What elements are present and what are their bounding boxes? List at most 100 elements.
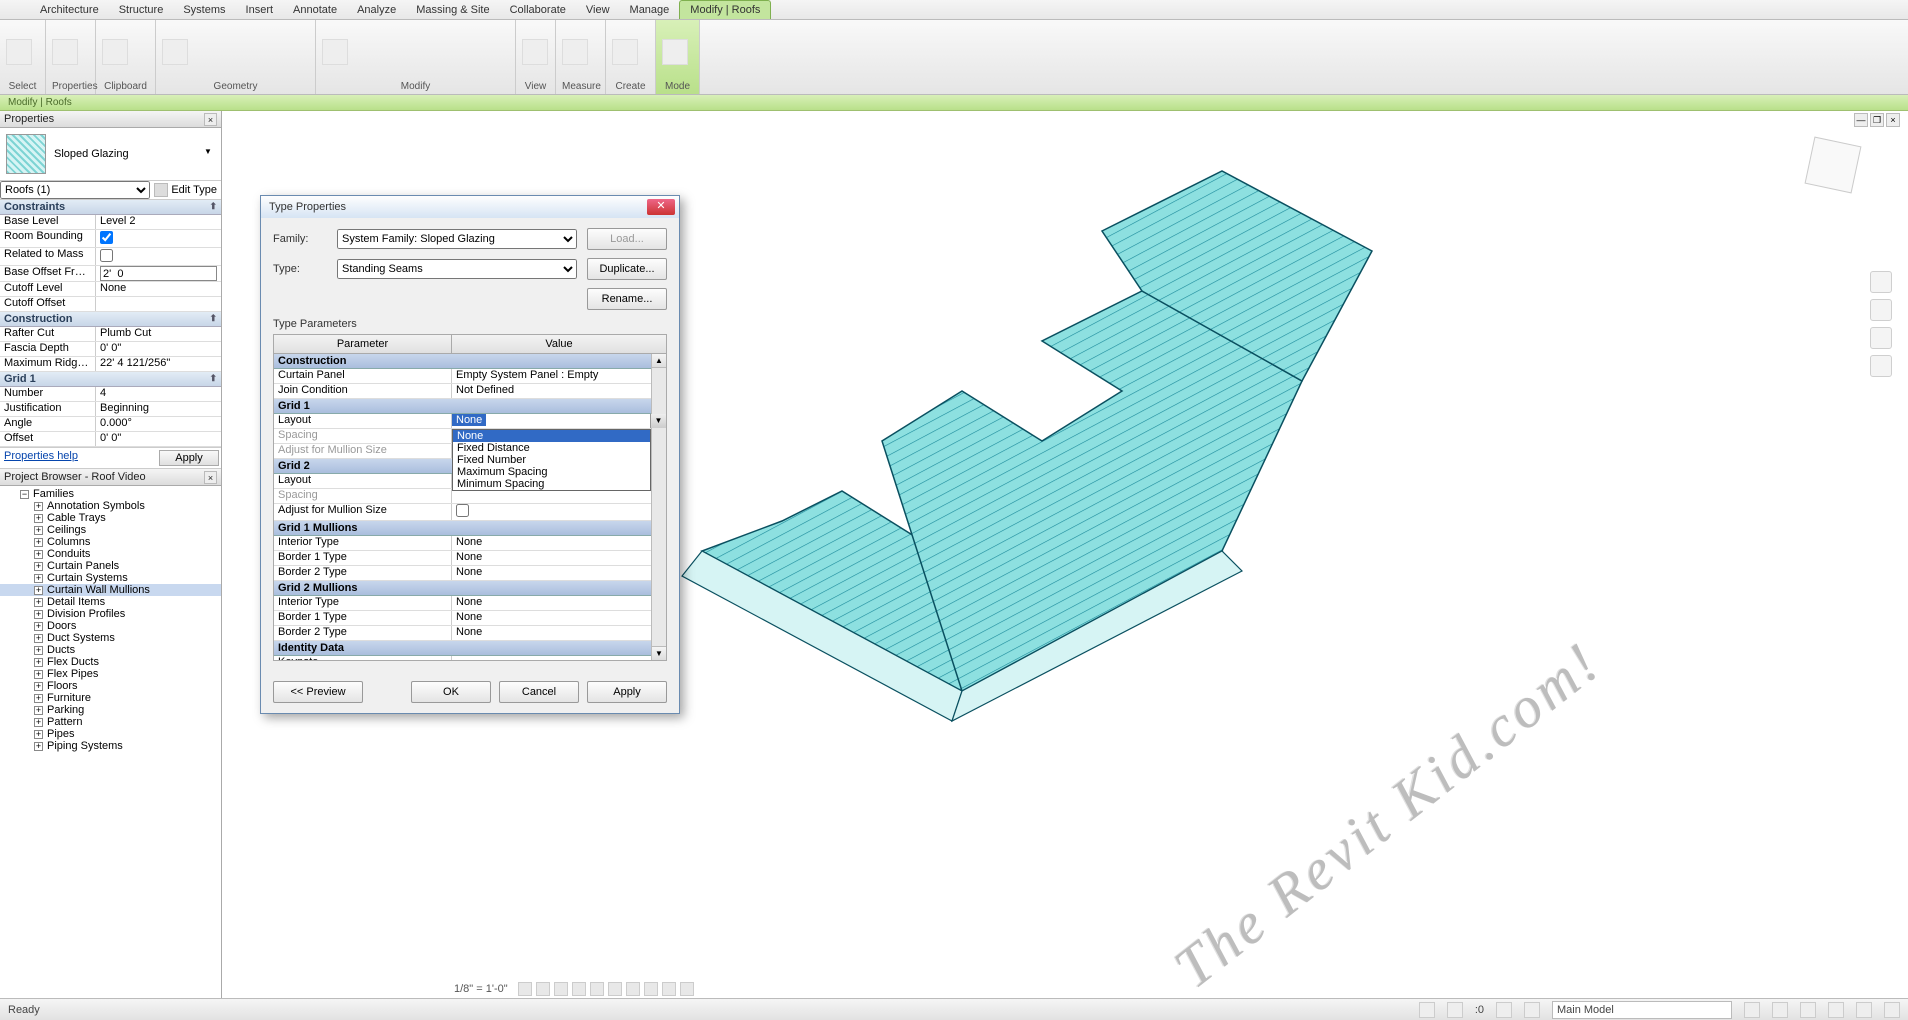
- tree-node[interactable]: +Pipes: [0, 728, 221, 740]
- type-param-value[interactable]: None: [452, 566, 666, 580]
- properties-apply-button[interactable]: Apply: [159, 450, 219, 466]
- expander-icon[interactable]: +: [34, 502, 43, 511]
- close-icon[interactable]: ×: [204, 113, 217, 126]
- close-icon[interactable]: ×: [1886, 113, 1900, 127]
- tree-node[interactable]: +Flex Ducts: [0, 656, 221, 668]
- property-value[interactable]: 0' 0": [96, 432, 221, 446]
- property-value[interactable]: 0.000°: [96, 417, 221, 431]
- reveal-icon[interactable]: [680, 982, 694, 996]
- dropdown-option[interactable]: Fixed Distance: [453, 442, 650, 454]
- tree-node[interactable]: +Ceilings: [0, 524, 221, 536]
- property-group-header[interactable]: Grid 1⬆: [0, 372, 221, 387]
- property-group-header[interactable]: Construction⬆: [0, 312, 221, 327]
- tree-node[interactable]: −Families: [0, 488, 221, 500]
- sun-path-icon[interactable]: [554, 982, 568, 996]
- visual-style-icon[interactable]: [536, 982, 550, 996]
- view-scale[interactable]: 1/8" = 1'-0": [454, 983, 508, 995]
- properties-type-header[interactable]: Sloped Glazing ▼: [0, 128, 221, 181]
- select-underlay-icon[interactable]: [1772, 1002, 1788, 1018]
- restore-icon[interactable]: ❐: [1870, 113, 1884, 127]
- dropdown-option[interactable]: Maximum Spacing: [453, 466, 650, 478]
- type-param-value[interactable]: [452, 504, 666, 520]
- ribbon-tab[interactable]: Manage: [620, 1, 680, 19]
- duplicate-button[interactable]: Duplicate...: [587, 258, 667, 280]
- tree-node[interactable]: +Doors: [0, 620, 221, 632]
- property-value[interactable]: Level 2: [96, 215, 221, 229]
- ribbon-button-icon[interactable]: [322, 39, 348, 65]
- collapse-icon[interactable]: ⬆: [209, 313, 217, 325]
- tree-node[interactable]: +Ducts: [0, 644, 221, 656]
- expander-icon[interactable]: +: [34, 634, 43, 643]
- ribbon-tab[interactable]: Collaborate: [500, 1, 576, 19]
- collapse-icon[interactable]: ⬆: [209, 201, 217, 213]
- expander-icon[interactable]: +: [34, 622, 43, 631]
- type-param-value[interactable]: [452, 489, 666, 503]
- expander-icon[interactable]: +: [34, 598, 43, 607]
- property-value[interactable]: 22' 4 121/256": [96, 357, 221, 371]
- editable-only-icon[interactable]: [1524, 1002, 1540, 1018]
- property-value[interactable]: [96, 266, 221, 281]
- viewcube[interactable]: [1788, 131, 1878, 221]
- type-param-value[interactable]: None: [452, 596, 666, 610]
- type-param-value[interactable]: None: [452, 611, 666, 625]
- ribbon-tab[interactable]: Analyze: [347, 1, 406, 19]
- rename-button[interactable]: Rename...: [587, 288, 667, 310]
- edit-type-button[interactable]: Edit Type: [150, 181, 221, 199]
- ribbon-button-icon[interactable]: [562, 39, 588, 65]
- ribbon-button-icon[interactable]: [6, 39, 32, 65]
- shadows-icon[interactable]: [572, 982, 586, 996]
- grid-scrollbar[interactable]: ▲ ▼: [651, 354, 666, 660]
- expander-icon[interactable]: +: [34, 658, 43, 667]
- ribbon-tab[interactable]: View: [576, 1, 620, 19]
- dropdown-option[interactable]: Minimum Spacing: [453, 478, 650, 490]
- rendering-icon[interactable]: [590, 982, 604, 996]
- apply-button[interactable]: Apply: [587, 681, 667, 703]
- select-face-icon[interactable]: [1828, 1002, 1844, 1018]
- ribbon-tab[interactable]: Massing & Site: [406, 1, 499, 19]
- project-browser-tree[interactable]: −Families+Annotation Symbols+Cable Trays…: [0, 486, 221, 998]
- expander-icon[interactable]: +: [34, 730, 43, 739]
- expander-icon[interactable]: +: [34, 646, 43, 655]
- crop-icon[interactable]: [608, 982, 622, 996]
- tree-node[interactable]: +Detail Items: [0, 596, 221, 608]
- tree-node[interactable]: +Division Profiles: [0, 608, 221, 620]
- type-select[interactable]: Standing Seams: [337, 259, 577, 279]
- tree-node[interactable]: +Annotation Symbols: [0, 500, 221, 512]
- type-param-value[interactable]: [452, 656, 666, 660]
- drag-icon[interactable]: [1856, 1002, 1872, 1018]
- dropdown-option[interactable]: None: [453, 430, 650, 442]
- property-value[interactable]: None: [96, 282, 221, 296]
- filter-selection-icon[interactable]: [1884, 1002, 1900, 1018]
- zoom-icon[interactable]: [1870, 327, 1892, 349]
- tree-node[interactable]: +Floors: [0, 680, 221, 692]
- expander-icon[interactable]: +: [34, 718, 43, 727]
- filter-icon[interactable]: [1496, 1002, 1512, 1018]
- property-value[interactable]: [96, 230, 221, 247]
- workset-icon[interactable]: [1419, 1002, 1435, 1018]
- property-checkbox[interactable]: [100, 249, 113, 262]
- property-value[interactable]: 0' 0": [96, 342, 221, 356]
- tree-node[interactable]: +Cable Trays: [0, 512, 221, 524]
- preview-button[interactable]: << Preview: [273, 681, 363, 703]
- expander-icon[interactable]: +: [34, 562, 43, 571]
- scroll-down-icon[interactable]: ▼: [652, 646, 666, 660]
- property-checkbox[interactable]: [100, 231, 113, 244]
- layout-combo[interactable]: None▼: [452, 414, 666, 428]
- type-param-group-header[interactable]: Grid 1 Mullions⬆: [274, 521, 666, 536]
- expander-icon[interactable]: +: [34, 706, 43, 715]
- expander-icon[interactable]: +: [34, 610, 43, 619]
- ribbon-button-icon[interactable]: [52, 39, 78, 65]
- expander-icon[interactable]: +: [34, 526, 43, 535]
- type-param-group-header[interactable]: Grid 2 Mullions⬆: [274, 581, 666, 596]
- type-param-group-header[interactable]: Identity Data⬆: [274, 641, 666, 656]
- ribbon-button-icon[interactable]: [102, 39, 128, 65]
- tree-node[interactable]: +Curtain Systems: [0, 572, 221, 584]
- ribbon-tab[interactable]: Annotate: [283, 1, 347, 19]
- ribbon-button-icon[interactable]: [162, 39, 188, 65]
- property-value[interactable]: 4: [96, 387, 221, 401]
- type-param-value[interactable]: None: [452, 626, 666, 640]
- expander-icon[interactable]: +: [34, 514, 43, 523]
- ribbon-tab[interactable]: Modify | Roofs: [679, 0, 771, 19]
- temp-hide-icon[interactable]: [662, 982, 676, 996]
- property-group-header[interactable]: Constraints⬆: [0, 200, 221, 215]
